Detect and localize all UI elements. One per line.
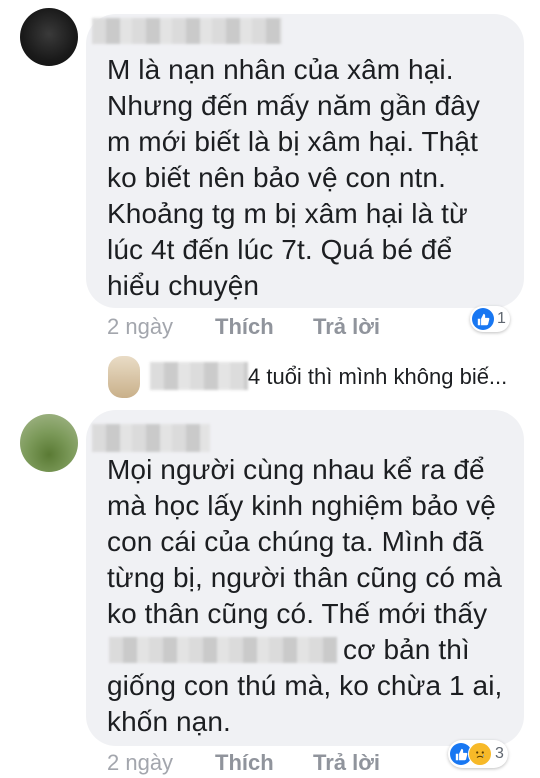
comment-2-line: ko thân cũng có. Thế mới thấy — [107, 598, 488, 629]
comment-2-redacted-text — [109, 637, 337, 663]
commenter-1-avatar[interactable] — [20, 8, 78, 66]
comment-1-actions: 2 ngày Thích Trả lời — [107, 314, 407, 342]
comment-1-line: ko biết nên bảo vệ con ntn. — [107, 162, 446, 193]
thumbs-up-icon — [472, 308, 494, 330]
reply-preview-avatar[interactable] — [108, 356, 140, 398]
comment-2-line: giống con thú mà, ko chừa 1 ai, — [107, 670, 503, 701]
comment-2-timestamp[interactable]: 2 ngày — [107, 750, 173, 776]
comment-1-reactions[interactable]: 1 — [470, 306, 510, 332]
comment-2-line: từng bị, người thân cũng có mà — [107, 562, 503, 593]
comment-1-line: M là nạn nhân của xâm hại. — [107, 54, 454, 85]
comment-1-text: M là nạn nhân của xâm hại. Nhưng đến mấy… — [107, 52, 480, 304]
comment-2-text: Mọi người cùng nhau kể ra để mà học lấy … — [107, 452, 502, 740]
commenter-1-name-redacted[interactable] — [92, 18, 282, 44]
comment-2-actions: 2 ngày Thích Trả lời — [107, 750, 407, 778]
comment-1-line: hiểu chuyện — [107, 270, 260, 301]
comment-1-reply-button[interactable]: Trả lời — [313, 314, 380, 340]
comment-2-line: khốn nạn. — [107, 706, 231, 737]
comment-1-timestamp[interactable]: 2 ngày — [107, 314, 173, 340]
commenter-2-name-redacted[interactable] — [92, 424, 210, 452]
comment-1-reaction-count: 1 — [497, 310, 506, 327]
sad-face-icon — [468, 742, 492, 766]
comment-2-reply-button[interactable]: Trả lời — [313, 750, 380, 776]
comment-2-reaction-count: 3 — [495, 745, 504, 762]
reply-preview-text[interactable]: 4 tuổi thì mình không biế... — [248, 364, 507, 390]
comment-2-line-partial: cơ bản thì — [107, 632, 502, 668]
comment-2-like-button[interactable]: Thích — [215, 750, 274, 776]
comment-2-line: mà học lấy kinh nghiệm bảo vệ — [107, 490, 496, 521]
comment-1-line: Khoảng tg m bị xâm hại là từ — [107, 198, 468, 229]
commenter-2-avatar[interactable] — [20, 414, 78, 472]
comment-2-line-tail: cơ bản thì — [343, 634, 470, 665]
comment-2-reactions[interactable]: 3 — [448, 740, 508, 768]
comment-2-line: Mọi người cùng nhau kể ra để — [107, 454, 485, 485]
comment-1-line: Nhưng đến mấy năm gần đây — [107, 90, 481, 121]
comment-1-line: m mới biết là bị xâm hại. Thật — [107, 126, 478, 157]
comment-2-line: con cái của chúng ta. Mình đã — [107, 526, 484, 557]
comment-1-line: lúc 4t đến lúc 7t. Quá bé để — [107, 234, 453, 265]
comment-1-like-button[interactable]: Thích — [215, 314, 274, 340]
reply-preview-name-redacted[interactable] — [150, 362, 248, 390]
